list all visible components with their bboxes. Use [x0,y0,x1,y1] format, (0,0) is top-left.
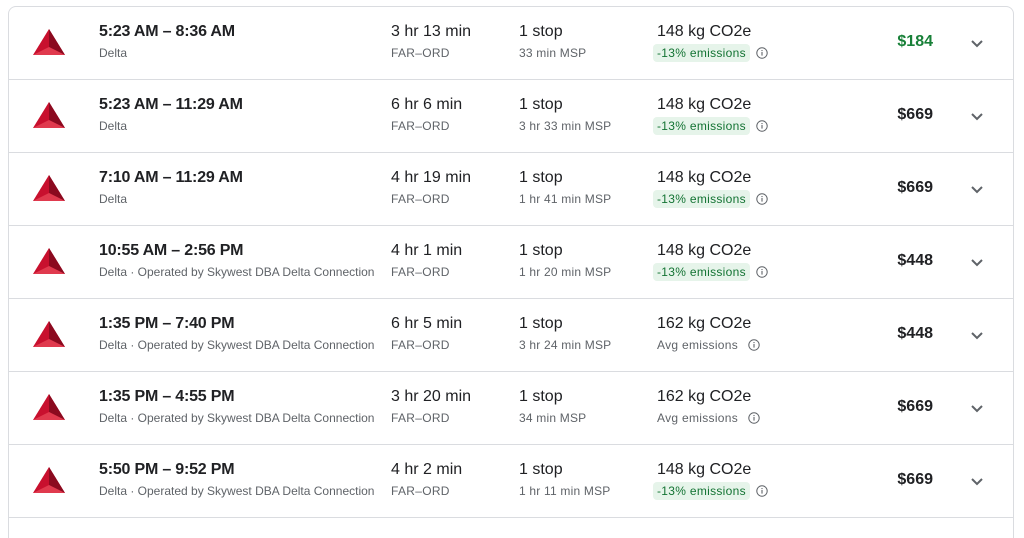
emissions-badge: Avg emissions [657,410,739,425]
delta-logo-icon [33,394,65,420]
flight-duration: 4 hr 2 min [391,461,463,478]
stops-count: 1 stop [519,96,563,113]
info-icon[interactable] [756,265,768,278]
flight-route: FAR–ORD [391,192,450,206]
expand-chevron-icon[interactable] [965,177,989,201]
flight-row-partial [9,518,1013,538]
emissions-badge: -13% emissions [653,116,750,135]
airline-name: Delta · Operated by Skywest DBA Delta Co… [99,265,375,279]
expand-chevron-icon[interactable] [965,469,989,493]
expand-chevron-icon[interactable] [965,250,989,274]
flight-route: FAR–ORD [391,265,450,279]
flight-times: 1:35 PM – 7:40 PM [99,315,235,332]
flight-times: 5:50 PM – 9:52 PM [99,461,235,478]
airline-name: Delta [99,46,128,60]
layover-info: 33 min MSP [519,46,587,60]
flight-duration: 4 hr 19 min [391,169,472,186]
co2-amount: 148 kg CO2e [657,169,752,186]
flight-route: FAR–ORD [391,484,450,498]
flight-times: 7:10 AM – 11:29 AM [99,169,243,186]
flight-price: $669 [897,179,933,196]
airline-name: Delta · Operated by Skywest DBA Delta Co… [99,411,375,425]
flight-times: 5:23 AM – 11:29 AM [99,96,243,113]
expand-chevron-icon[interactable] [965,396,989,420]
airline-name: Delta · Operated by Skywest DBA Delta Co… [99,484,375,498]
expand-chevron-icon[interactable] [965,104,989,128]
stops-count: 1 stop [519,388,563,405]
flight-times: 10:55 AM – 2:56 PM [99,242,244,259]
layover-info: 1 hr 20 min MSP [519,265,612,279]
info-icon[interactable] [748,338,760,351]
layover-info: 1 hr 41 min MSP [519,192,612,206]
flight-row[interactable]: 5:23 AM – 11:29 AM Delta 6 hr 6 min FAR–… [9,80,1013,153]
emissions-badge: -13% emissions [653,43,750,62]
delta-logo-icon [33,175,65,201]
flight-duration: 4 hr 1 min [391,242,463,259]
stops-count: 1 stop [519,242,563,259]
stops-count: 1 stop [519,461,563,478]
flight-row[interactable]: 5:23 AM – 8:36 AM Delta 3 hr 13 min FAR–… [9,7,1013,80]
flight-route: FAR–ORD [391,338,450,352]
flight-price: $448 [897,252,933,269]
flight-results-list: 5:23 AM – 8:36 AM Delta 3 hr 13 min FAR–… [8,6,1014,538]
flight-times: 1:35 PM – 4:55 PM [99,388,235,405]
info-icon[interactable] [756,119,768,132]
flight-price: $448 [897,325,933,342]
expand-chevron-icon[interactable] [965,323,989,347]
airline-name: Delta [99,119,128,133]
layover-info: 34 min MSP [519,411,587,425]
stops-count: 1 stop [519,169,563,186]
info-icon[interactable] [756,484,768,497]
flight-times: 5:23 AM – 8:36 AM [99,23,235,40]
flight-route: FAR–ORD [391,411,450,425]
info-icon[interactable] [756,46,768,59]
flight-price: $669 [897,471,933,488]
emissions-badge: Avg emissions [657,337,739,352]
flight-row[interactable]: 5:50 PM – 9:52 PM Delta · Operated by Sk… [9,445,1013,518]
emissions-badge: -13% emissions [653,262,750,281]
co2-amount: 148 kg CO2e [657,242,752,259]
co2-amount: 148 kg CO2e [657,96,752,113]
flight-price: $184 [897,33,933,50]
flight-duration: 6 hr 5 min [391,315,463,332]
info-icon[interactable] [756,192,768,205]
flight-price: $669 [897,106,933,123]
delta-logo-icon [33,248,65,274]
layover-info: 3 hr 24 min MSP [519,338,612,352]
flight-row[interactable]: 7:10 AM – 11:29 AM Delta 4 hr 19 min FAR… [9,153,1013,226]
co2-amount: 162 kg CO2e [657,388,752,405]
delta-logo-icon [33,321,65,347]
co2-amount: 148 kg CO2e [657,23,752,40]
emissions-badge: -13% emissions [653,189,750,208]
info-icon[interactable] [748,411,760,424]
flight-row[interactable]: 1:35 PM – 7:40 PM Delta · Operated by Sk… [9,299,1013,372]
flight-row[interactable]: 10:55 AM – 2:56 PM Delta · Operated by S… [9,226,1013,299]
co2-amount: 162 kg CO2e [657,315,752,332]
emissions-badge: -13% emissions [653,481,750,500]
flight-row[interactable]: 1:35 PM – 4:55 PM Delta · Operated by Sk… [9,372,1013,445]
flight-duration: 3 hr 20 min [391,388,472,405]
delta-logo-icon [33,29,65,55]
flight-route: FAR–ORD [391,119,450,133]
layover-info: 3 hr 33 min MSP [519,119,612,133]
airline-name: Delta · Operated by Skywest DBA Delta Co… [99,338,375,352]
flight-price: $669 [897,398,933,415]
flight-duration: 6 hr 6 min [391,96,463,113]
co2-amount: 148 kg CO2e [657,461,752,478]
layover-info: 1 hr 11 min MSP [519,484,611,498]
stops-count: 1 stop [519,23,563,40]
airline-name: Delta [99,192,128,206]
stops-count: 1 stop [519,315,563,332]
flight-duration: 3 hr 13 min [391,23,472,40]
expand-chevron-icon[interactable] [965,31,989,55]
delta-logo-icon [33,467,65,493]
delta-logo-icon [33,102,65,128]
flight-route: FAR–ORD [391,46,450,60]
